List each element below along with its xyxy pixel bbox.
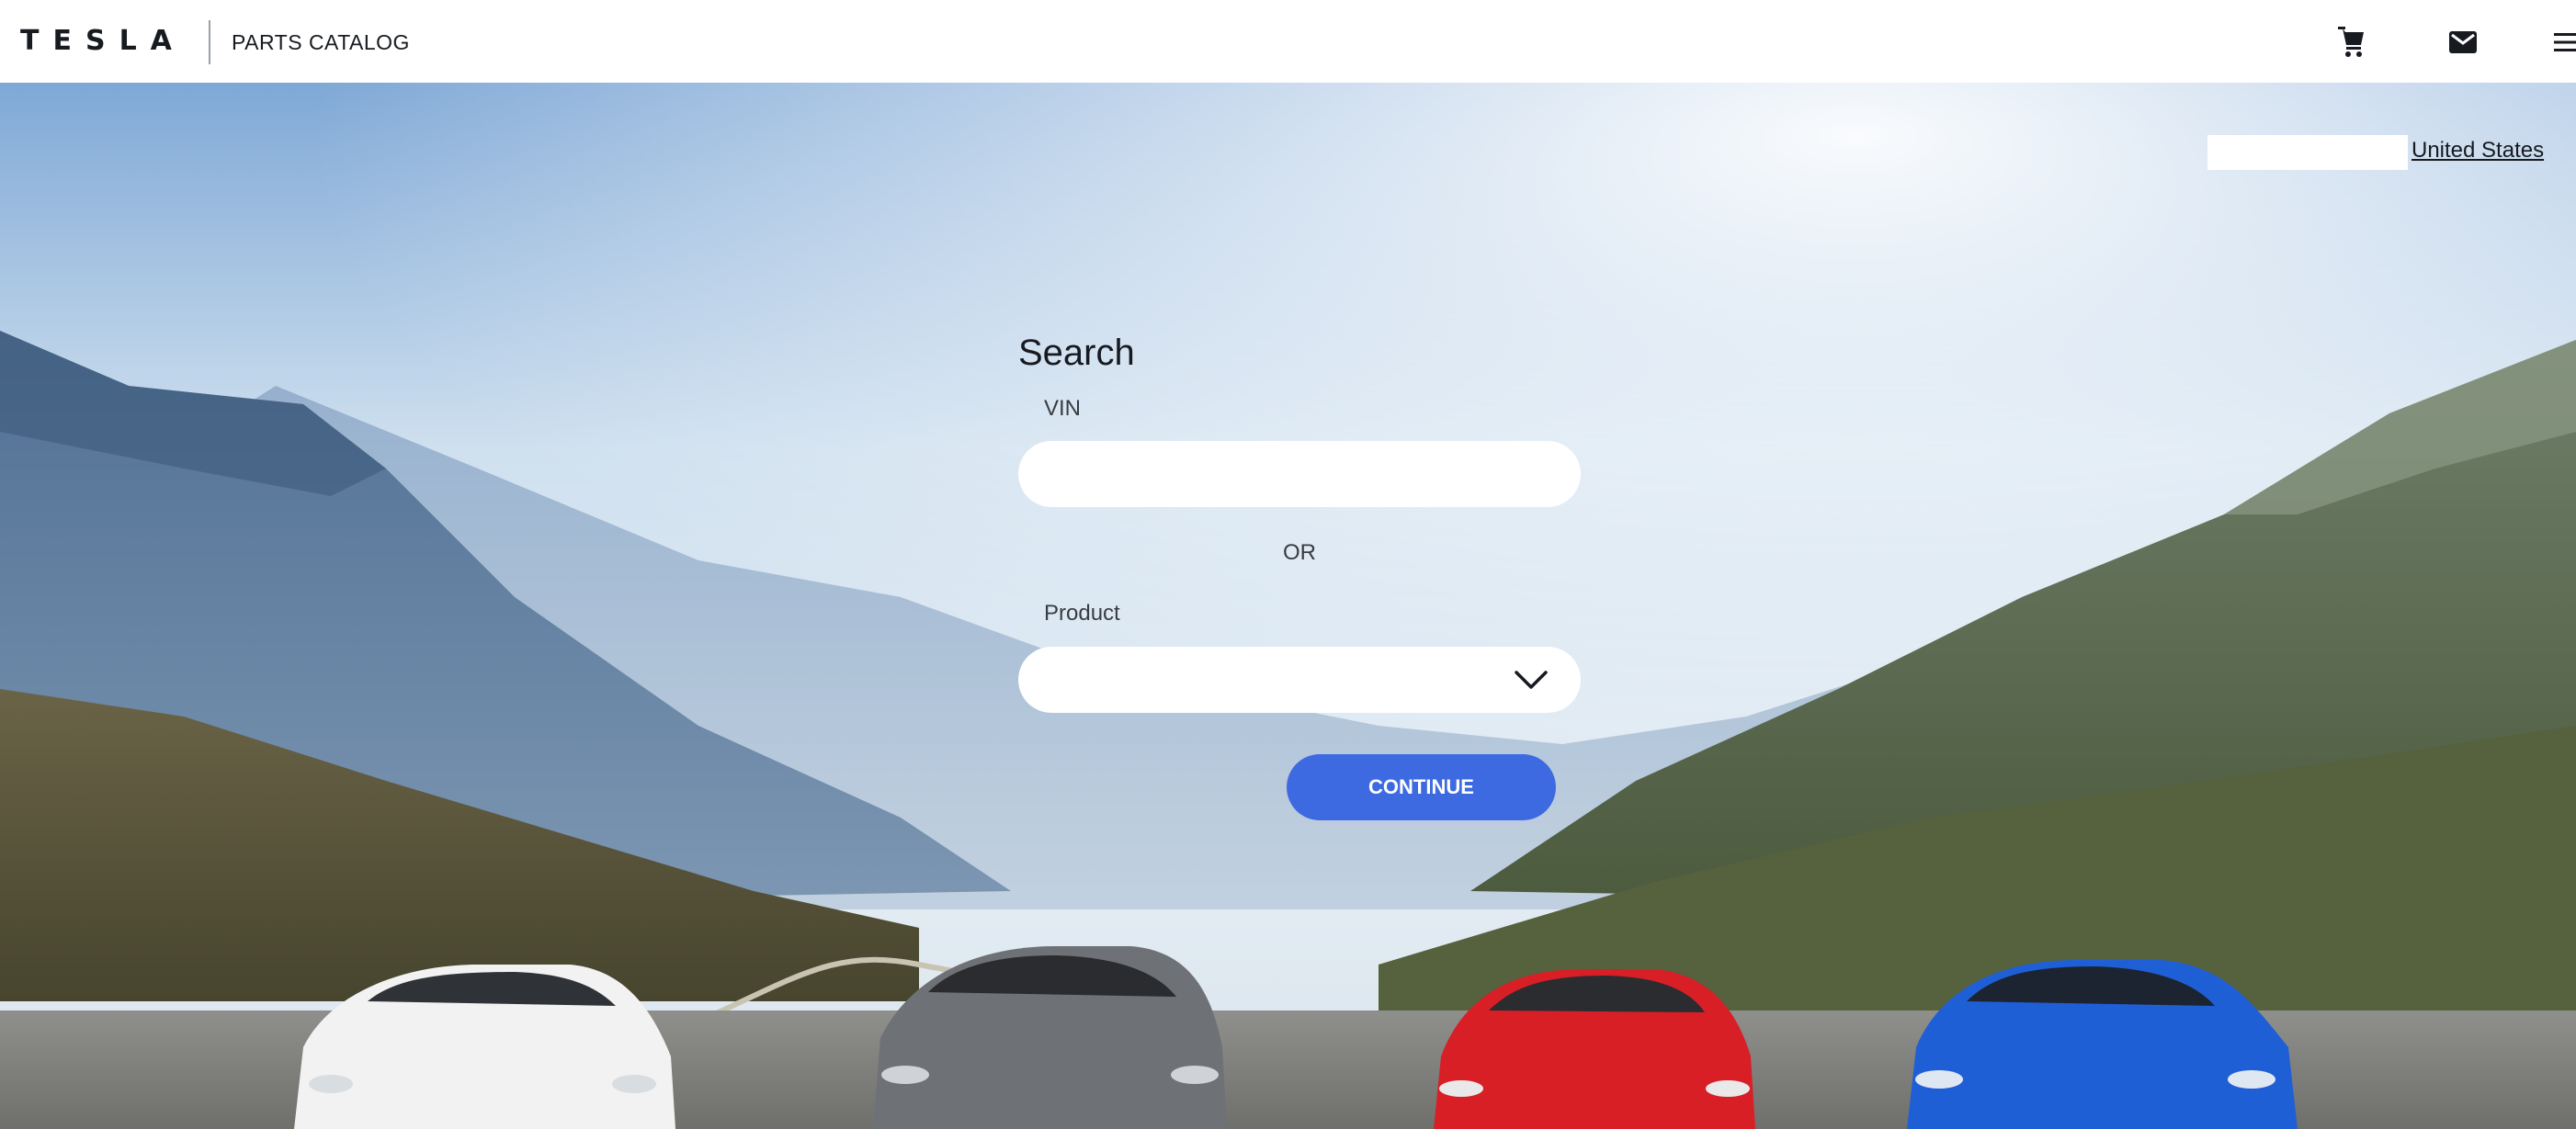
vin-label: VIN — [1044, 396, 1082, 421]
product-label: Product — [1044, 601, 1120, 626]
top-navigation-bar: TESLA PARTS CATALOG — [0, 0, 2576, 83]
continue-button[interactable]: CONTINUE — [1287, 754, 1556, 820]
menu-icon[interactable] — [2548, 24, 2576, 61]
cart-icon[interactable] — [2332, 24, 2369, 61]
mail-icon[interactable] — [2445, 24, 2481, 61]
mountain-background-image — [0, 83, 2576, 1129]
region-link[interactable]: United States — [2411, 138, 2544, 164]
logo-divider — [209, 20, 210, 64]
or-divider-text: OR — [1283, 540, 1316, 565]
search-heading: Search — [1018, 333, 1135, 373]
parts-catalog-title: PARTS CATALOG — [232, 30, 410, 54]
hero-section: United States Search VIN OR Product CONT… — [0, 83, 2576, 1129]
tesla-logo[interactable]: TESLA — [20, 28, 186, 55]
product-dropdown[interactable] — [1018, 647, 1581, 713]
chevron-down-icon — [1513, 665, 1549, 699]
region-selector-box[interactable] — [2207, 135, 2408, 170]
vin-input[interactable] — [1018, 441, 1581, 507]
